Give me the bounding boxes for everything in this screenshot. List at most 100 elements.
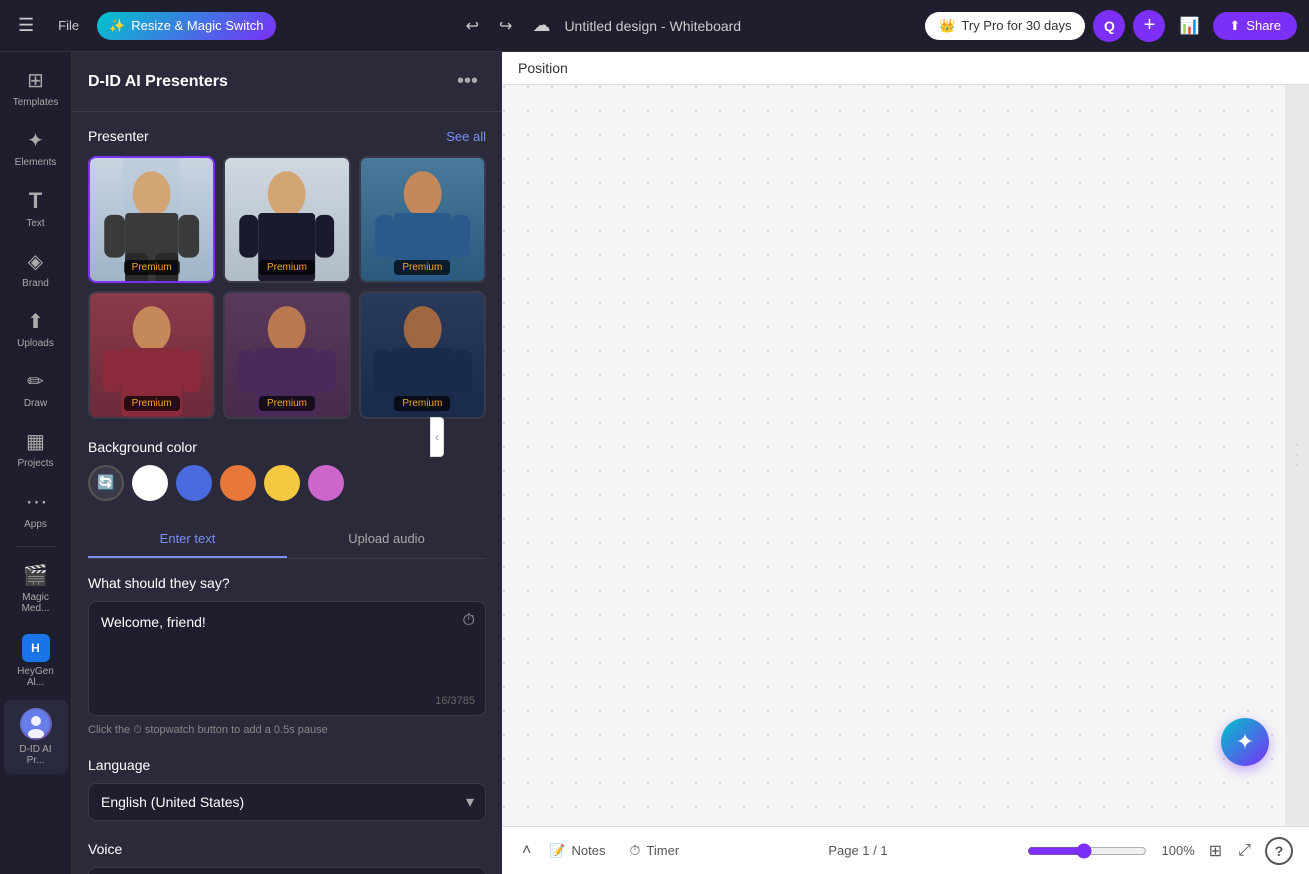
magic-wand-button[interactable]: ✦: [1221, 718, 1269, 766]
canvas-content[interactable]: · · · ✦: [502, 85, 1309, 826]
speech-text-wrapper: ⏱ 16/3785: [88, 601, 486, 716]
bottom-center: Page 1 / 1: [828, 843, 887, 858]
presenter-card-5[interactable]: Premium: [223, 291, 350, 418]
create-new-button[interactable]: +: [1133, 10, 1165, 42]
sidebar-item-uploads[interactable]: ⬆ Uploads: [4, 301, 68, 357]
main-layout: ⊞ Templates ✦ Elements T Text ◈ Brand ⬆ …: [0, 52, 1309, 874]
sidebar-item-label: Templates: [13, 97, 59, 108]
premium-badge: Premium: [394, 396, 450, 411]
magic-wand-icon: ✨: [109, 18, 125, 34]
hamburger-button[interactable]: ☰: [12, 9, 40, 42]
premium-badge: Premium: [124, 396, 180, 411]
share-button[interactable]: ⬆ Share: [1213, 12, 1297, 40]
stopwatch-icon: ⏱: [463, 612, 475, 629]
stopwatch-button[interactable]: ⏱: [463, 612, 475, 630]
language-select[interactable]: English (United States) English (United …: [88, 783, 486, 821]
timer-button[interactable]: ⏱ Timer: [620, 836, 690, 865]
bottom-left: ˄ 📝 Notes ⏱ Timer: [518, 836, 689, 865]
resize-magic-button[interactable]: ✨ Resize & Magic Switch: [97, 12, 275, 40]
what-say-label: What should they say?: [88, 575, 486, 591]
yellow-swatch[interactable]: [264, 465, 300, 501]
analytics-button[interactable]: 📊: [1173, 10, 1205, 42]
sidebar-item-brand[interactable]: ◈ Brand: [4, 241, 68, 297]
sidebar-item-label: D-ID AI Pr...: [10, 744, 62, 766]
plugin-panel: D-ID AI Presenters ••• Presenter See all: [72, 52, 502, 874]
canvas-area: Position · · · ✦: [502, 52, 1309, 874]
enter-text-tab[interactable]: Enter text: [88, 521, 287, 558]
zoom-bar: 100%: [1027, 843, 1195, 859]
magic-swatch[interactable]: 🔄: [88, 465, 124, 501]
chevron-up-icon: ˄: [522, 842, 531, 859]
see-all-label: See all: [446, 129, 486, 144]
orange-swatch[interactable]: [220, 465, 256, 501]
sidebar-item-apps[interactable]: ⋯ Apps: [4, 481, 68, 538]
presenter-card-1[interactable]: Premium: [88, 156, 215, 283]
upload-audio-tab[interactable]: Upload audio: [287, 521, 486, 558]
topbar-center: ↩ ↪ ☁ Untitled design - Whiteboard: [284, 9, 918, 42]
premium-badge: Premium: [394, 260, 450, 275]
sidebar-item-elements[interactable]: ✦ Elements: [4, 120, 68, 176]
sidebar-item-label: Magic Med...: [10, 592, 62, 614]
redo-button[interactable]: ↪: [493, 10, 518, 42]
premium-badge: Premium: [259, 260, 315, 275]
right-panel-edge: · · ·: [1285, 85, 1309, 826]
panel-more-button[interactable]: •••: [449, 68, 486, 95]
notes-button[interactable]: 📝 Notes: [539, 837, 615, 865]
sidebar-item-projects[interactable]: ▦ Projects: [4, 421, 68, 477]
notes-icon: 📝: [549, 843, 565, 859]
see-all-button[interactable]: See all: [446, 129, 486, 144]
cloud-save-button[interactable]: ☁: [526, 9, 556, 42]
premium-badge: Premium: [124, 260, 180, 275]
grid-icon: ⊞: [1209, 843, 1222, 860]
hide-panel-button[interactable]: ‹: [430, 417, 444, 457]
fullscreen-button[interactable]: ⤢: [1232, 835, 1257, 867]
grid-view-button[interactable]: ⊞: [1203, 835, 1228, 867]
sidebar-item-did[interactable]: D-ID AI Pr...: [4, 700, 68, 774]
sidebar-item-magic-med[interactable]: 🎬 Magic Med...: [4, 555, 68, 622]
bottom-right: 100% ⊞ ⤢ ?: [1027, 835, 1293, 867]
sidebar-item-label: Apps: [24, 519, 47, 530]
expand-bottom-button[interactable]: ˄: [518, 838, 535, 864]
topbar-right: 👑 Try Pro for 30 days Q + 📊 ⬆ Share: [925, 10, 1297, 42]
zoom-slider[interactable]: [1027, 843, 1147, 859]
draw-icon: ✏: [27, 369, 44, 394]
sidebar-item-draw[interactable]: ✏ Draw: [4, 361, 68, 417]
position-label: Position: [518, 60, 568, 76]
undo-icon: ↩: [466, 18, 479, 35]
presenter-card-4[interactable]: Premium: [88, 291, 215, 418]
voice-select[interactable]: Amy - Middle Aged Brian Emma: [88, 867, 486, 874]
sidebar-item-text[interactable]: T Text: [4, 180, 68, 237]
share-icon: ⬆: [1229, 18, 1240, 34]
sidebar-nav: ⊞ Templates ✦ Elements T Text ◈ Brand ⬆ …: [0, 52, 72, 874]
file-button[interactable]: File: [48, 12, 89, 39]
more-icon: •••: [457, 70, 478, 92]
sidebar-item-label: Text: [26, 218, 44, 229]
speech-text-input[interactable]: [89, 602, 485, 710]
canvas-topbar: Position: [502, 52, 1309, 85]
notes-label: Notes: [572, 843, 606, 858]
sidebar-item-templates[interactable]: ⊞ Templates: [4, 60, 68, 116]
presenter-card-3[interactable]: Premium: [359, 156, 486, 283]
undo-button[interactable]: ↩: [460, 10, 485, 42]
user-avatar-button[interactable]: Q: [1093, 10, 1125, 42]
sidebar-item-heygen[interactable]: H HeyGen Al...: [4, 626, 68, 696]
redo-icon: ↪: [499, 18, 512, 35]
share-label: Share: [1246, 18, 1281, 33]
presenter-card-2[interactable]: Premium: [223, 156, 350, 283]
avatar-initial: Q: [1104, 18, 1115, 34]
dot-grid: [502, 85, 1309, 826]
help-button[interactable]: ?: [1265, 837, 1293, 865]
cloud-icon: ☁: [532, 15, 550, 35]
background-color-label: Background color: [88, 439, 486, 455]
white-swatch[interactable]: [132, 465, 168, 501]
try-pro-button[interactable]: 👑 Try Pro for 30 days: [925, 12, 1085, 40]
voice-select-wrapper: Amy - Middle Aged Brian Emma: [88, 867, 486, 874]
sidebar-item-label: Projects: [17, 458, 53, 469]
topbar-left: ☰ File ✨ Resize & Magic Switch: [12, 9, 276, 42]
magic-swatch-icon: 🔄: [97, 474, 114, 491]
background-color-section: Background color 🔄: [88, 439, 486, 501]
purple-swatch[interactable]: [308, 465, 344, 501]
blue-swatch[interactable]: [176, 465, 212, 501]
color-swatches: 🔄: [88, 465, 486, 501]
presenter-card-6[interactable]: Premium: [359, 291, 486, 418]
